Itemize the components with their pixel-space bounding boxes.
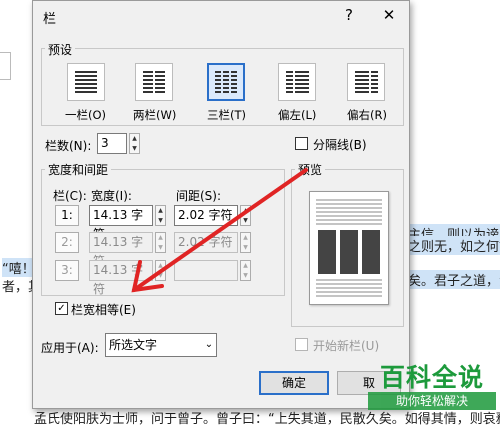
watermark-brand: 百科全说 [379, 363, 484, 392]
watermark-sub: 助你轻松解决 [368, 392, 496, 410]
watermark-logo: 百科全说 助你轻松解决 [368, 356, 496, 414]
